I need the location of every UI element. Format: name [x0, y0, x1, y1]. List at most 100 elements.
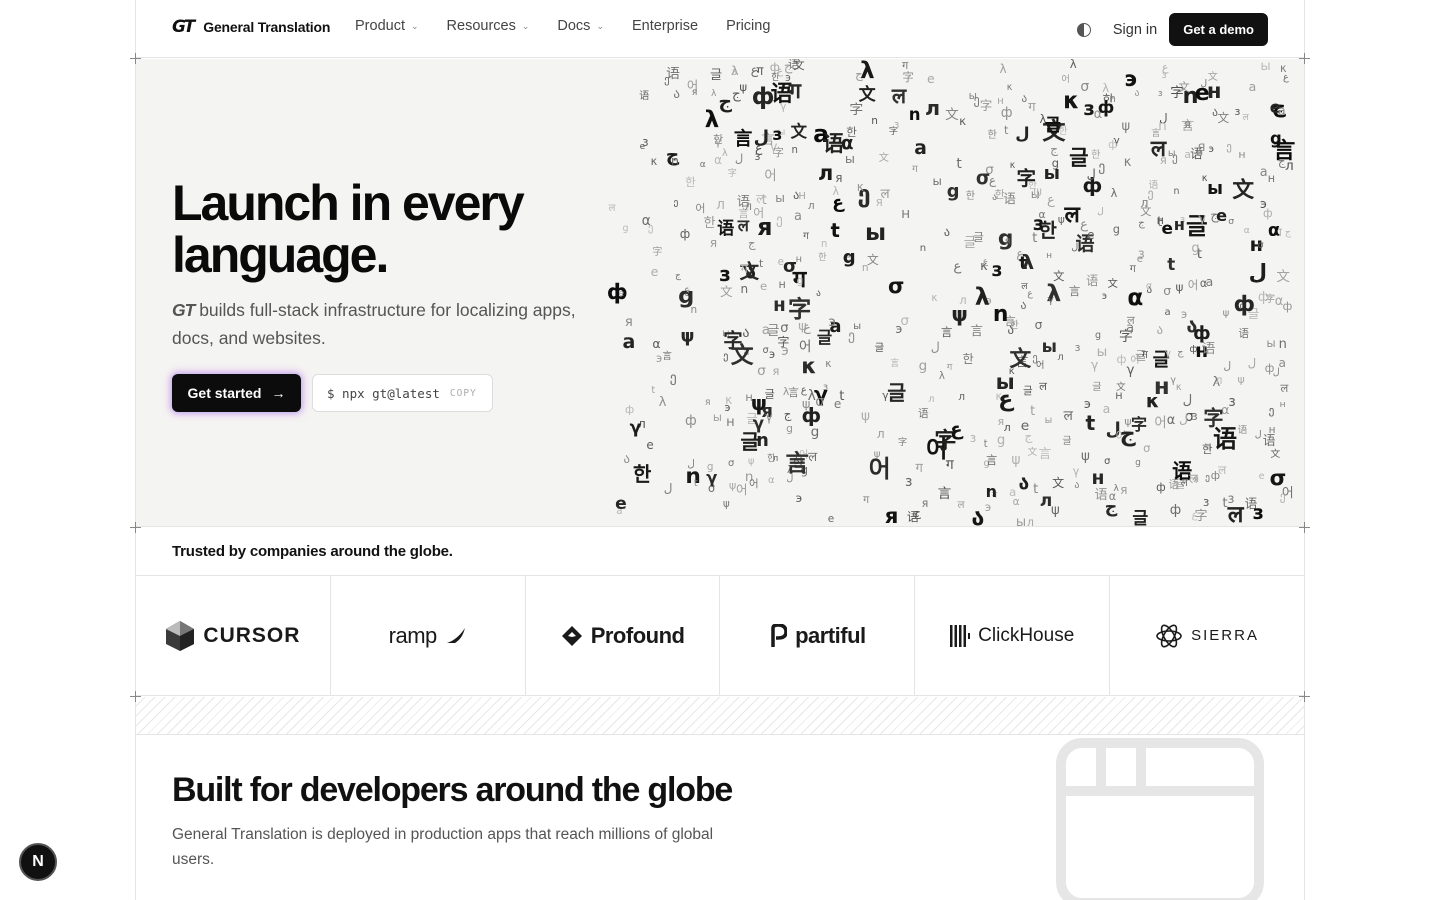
language-glyph: е	[1136, 253, 1143, 265]
language-glyph: 语	[822, 131, 844, 157]
language-glyph: ل	[1182, 392, 1193, 408]
language-glyph: 어	[799, 339, 812, 356]
language-glyph: ф	[1210, 468, 1221, 482]
language-glyph: 文	[858, 84, 876, 105]
language-glyph: g	[996, 433, 1006, 449]
language-glyph: э	[1180, 307, 1188, 321]
language-glyph: ल	[880, 185, 890, 202]
language-glyph: n	[919, 242, 927, 254]
language-glyph: ф	[801, 404, 822, 428]
language-glyph: ग	[912, 164, 918, 176]
language-glyph: 语	[639, 91, 650, 103]
language-glyph: λ	[938, 370, 945, 382]
language-glyph: ф	[685, 413, 697, 430]
language-glyph: σ	[1145, 281, 1152, 293]
language-glyph: λ	[704, 107, 720, 134]
nextjs-dev-badge[interactable]: N	[19, 843, 57, 881]
language-glyph: ψ	[860, 408, 870, 425]
language-glyph: 言	[940, 325, 953, 340]
language-glyph: ф	[1257, 289, 1270, 305]
language-glyph: э	[655, 350, 663, 365]
language-glyph: ग	[1028, 100, 1036, 115]
language-glyph: n	[740, 282, 749, 297]
language-glyph: ы	[712, 410, 722, 425]
language-glyph: 글	[874, 341, 885, 354]
language-glyph: γ	[706, 468, 718, 488]
language-glyph: ग	[902, 59, 909, 72]
language-glyph: ა	[816, 287, 821, 299]
language-glyph: 言	[662, 350, 672, 362]
language-glyph: ა	[623, 451, 630, 467]
language-glyph: σ	[757, 362, 766, 379]
language-glyph: е	[1020, 418, 1030, 435]
language-glyph: з	[1252, 501, 1264, 525]
language-glyph: 文	[1270, 449, 1281, 461]
language-glyph: λ	[860, 59, 875, 84]
nav-item-product[interactable]: Product ⌄	[355, 18, 419, 34]
language-glyph: n	[1278, 336, 1287, 352]
language-glyph: 한	[1009, 319, 1019, 331]
language-glyph: ы	[1015, 514, 1027, 527]
language-glyph: ы	[865, 217, 887, 246]
language-glyph: n	[992, 302, 1009, 328]
language-glyph: ე	[848, 328, 856, 345]
language-glyph: 文	[866, 253, 879, 268]
language-glyph: ग	[740, 261, 748, 277]
get-started-button[interactable]: Get started →	[172, 374, 301, 412]
language-glyph: ल	[1021, 280, 1028, 292]
language-glyph: ა	[943, 224, 951, 239]
language-glyph: ე	[1098, 159, 1106, 176]
language-glyph: э	[724, 400, 731, 414]
contrast-icon[interactable]	[1076, 22, 1091, 37]
language-glyph: 语	[1237, 424, 1248, 436]
nav-item-docs[interactable]: Docs ⌄	[557, 18, 604, 34]
nav-item-resources[interactable]: Resources ⌄	[447, 18, 530, 34]
language-glyph: κ	[650, 155, 658, 169]
language-glyph: э	[1083, 396, 1091, 412]
brand-logo[interactable]: GT General Translation	[172, 17, 330, 37]
language-glyph: ф	[1156, 481, 1166, 495]
language-glyph: н	[1091, 468, 1105, 490]
language-glyph: н	[795, 253, 803, 265]
language-glyph: g	[796, 274, 804, 288]
nav-item-label: Enterprise	[631, 18, 699, 34]
language-glyph: я	[704, 397, 711, 409]
language-glyph: ე	[1226, 139, 1232, 153]
copy-command-button[interactable]: $ npx gt@latest COPY	[312, 374, 493, 412]
language-glyph: л	[1039, 490, 1053, 511]
sign-in-link[interactable]: Sign in	[1113, 22, 1157, 38]
language-glyph: t	[1030, 403, 1036, 419]
language-glyph: n	[1173, 185, 1180, 197]
language-glyph: 文	[790, 122, 807, 142]
language-glyph: л	[1026, 515, 1035, 527]
language-glyph: κ	[1006, 81, 1013, 93]
language-glyph: 어	[1130, 354, 1140, 366]
get-demo-button[interactable]: Get a demo	[1169, 13, 1268, 46]
language-glyph: t	[651, 385, 656, 397]
language-glyph: g	[1135, 458, 1141, 469]
nav-item-pricing[interactable]: Pricing	[726, 18, 770, 34]
language-glyph: λ	[999, 62, 1007, 77]
language-glyph: н	[798, 188, 807, 203]
language-glyph: 字	[652, 247, 663, 259]
language-glyph: ე	[723, 349, 729, 362]
language-glyph: 言	[788, 385, 799, 399]
language-glyph: 글	[1023, 385, 1033, 398]
language-glyph: е	[927, 70, 935, 86]
nav-item-enterprise[interactable]: Enterprise	[632, 18, 698, 34]
hero-subtitle-text: builds full-stack infrastructure for loc…	[172, 300, 576, 348]
language-glyph: σ	[1196, 146, 1204, 159]
language-glyph: 言	[937, 486, 952, 503]
language-glyph: я	[709, 236, 718, 251]
language-glyph: σ	[728, 458, 735, 470]
language-glyph: λ	[711, 89, 717, 100]
language-glyph: л	[928, 393, 935, 405]
language-glyph: н	[1173, 215, 1185, 235]
language-glyph: 어	[764, 169, 777, 185]
language-glyph: е	[618, 288, 625, 299]
language-glyph: ل	[753, 127, 770, 149]
language-glyph: е	[759, 278, 768, 293]
language-glyph: ल	[1188, 471, 1198, 487]
language-glyph: 한	[846, 125, 857, 140]
language-glyph: ე	[647, 220, 654, 234]
